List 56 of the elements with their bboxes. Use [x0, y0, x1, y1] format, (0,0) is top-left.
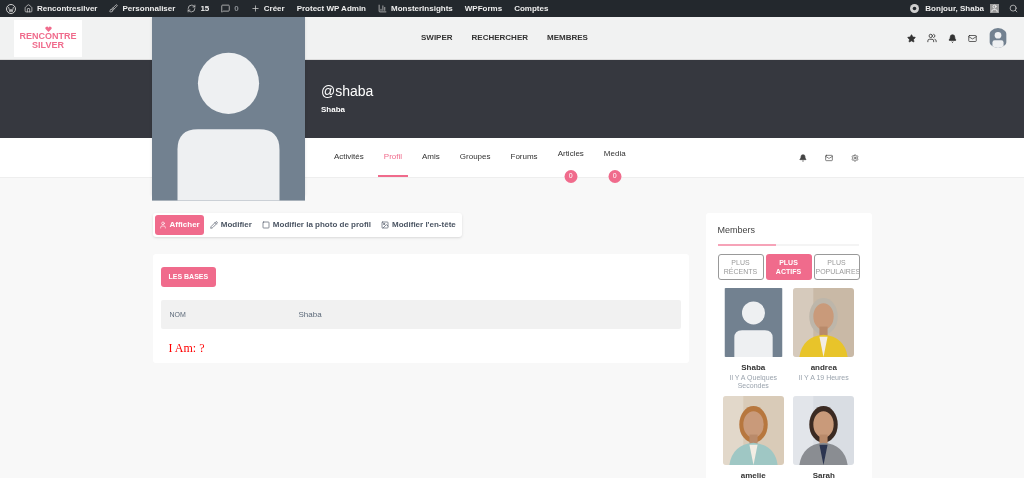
nav-link[interactable]: MEMBRES: [547, 32, 588, 44]
admin-item-icon: [250, 4, 260, 13]
logo-text: RENCONTRE: [19, 32, 77, 41]
profile-name: Shaba: [321, 104, 346, 116]
widget-title: Members: [717, 224, 756, 237]
profile-note: I Am: ?: [168, 340, 206, 358]
admin-item-icon: [24, 4, 33, 13]
bell-icon[interactable]: [948, 33, 957, 43]
settings-icon[interactable]: [851, 153, 859, 162]
member-name[interactable]: andrea: [810, 361, 837, 374]
admin-bar-item[interactable]: Personnaliser: [109, 2, 176, 15]
action-icon: [158, 221, 167, 229]
nav-link[interactable]: SWIPER: [421, 32, 453, 44]
profile-action[interactable]: Modifier la photo de profil: [257, 215, 376, 235]
admin-item-icon: [221, 4, 231, 13]
admin-bar-item[interactable]: WPForms: [464, 2, 503, 15]
admin-bar-item[interactable]: 0: [221, 2, 239, 15]
field-value: Shaba: [298, 308, 322, 321]
admin-bar-item[interactable]: Créer: [250, 2, 285, 15]
profile-handle: @shaba: [321, 82, 375, 100]
admin-item-icon: [187, 4, 197, 13]
logo-text: SILVER: [32, 41, 64, 50]
admin-bar-item[interactable]: Protect WP Admin: [296, 2, 366, 15]
mail-icon[interactable]: [968, 33, 977, 43]
nav-link[interactable]: RECHERCHER: [471, 32, 528, 44]
profile-action[interactable]: Modifier: [205, 215, 256, 235]
group-icon[interactable]: [927, 33, 937, 43]
admin-item-icon: [378, 4, 387, 13]
wordpress-icon[interactable]: [6, 3, 16, 14]
profile-tab[interactable]: Amis: [416, 138, 446, 177]
search-icon[interactable]: [1009, 4, 1018, 13]
admin-bar-item[interactable]: Rencontresilver: [24, 2, 98, 15]
profile-tab[interactable]: Activités: [328, 138, 370, 177]
action-icon: [261, 221, 270, 229]
profile-tab[interactable]: Media: [597, 138, 632, 170]
profile-tab[interactable]: Groupes: [453, 138, 497, 177]
profile-action[interactable]: Modifier l'en-tête: [377, 215, 460, 235]
bell-icon[interactable]: [799, 153, 807, 162]
greeting-link[interactable]: Bonjour, Shaba: [925, 2, 984, 15]
user-avatar: [988, 28, 1008, 48]
action-icon: [381, 221, 390, 229]
profile-tab[interactable]: Articles: [551, 138, 590, 170]
member-name[interactable]: Sarah: [812, 469, 835, 478]
member-name[interactable]: Shaba: [741, 361, 766, 374]
mail-icon[interactable]: [825, 153, 833, 162]
circle-icon[interactable]: [910, 4, 920, 13]
admin-item-icon: [109, 4, 119, 13]
member-name[interactable]: amelie: [740, 469, 766, 478]
admin-bar-item[interactable]: 15: [187, 2, 210, 15]
member-avatar: [722, 287, 784, 357]
admin-bar-item[interactable]: Comptes: [514, 2, 549, 15]
star-icon[interactable]: [907, 33, 916, 43]
heart-icon: [44, 26, 52, 32]
profile-tab[interactable]: Forums: [504, 138, 544, 177]
admin-bar-item[interactable]: MonsterInsights: [378, 2, 453, 15]
action-icon: [209, 221, 218, 229]
